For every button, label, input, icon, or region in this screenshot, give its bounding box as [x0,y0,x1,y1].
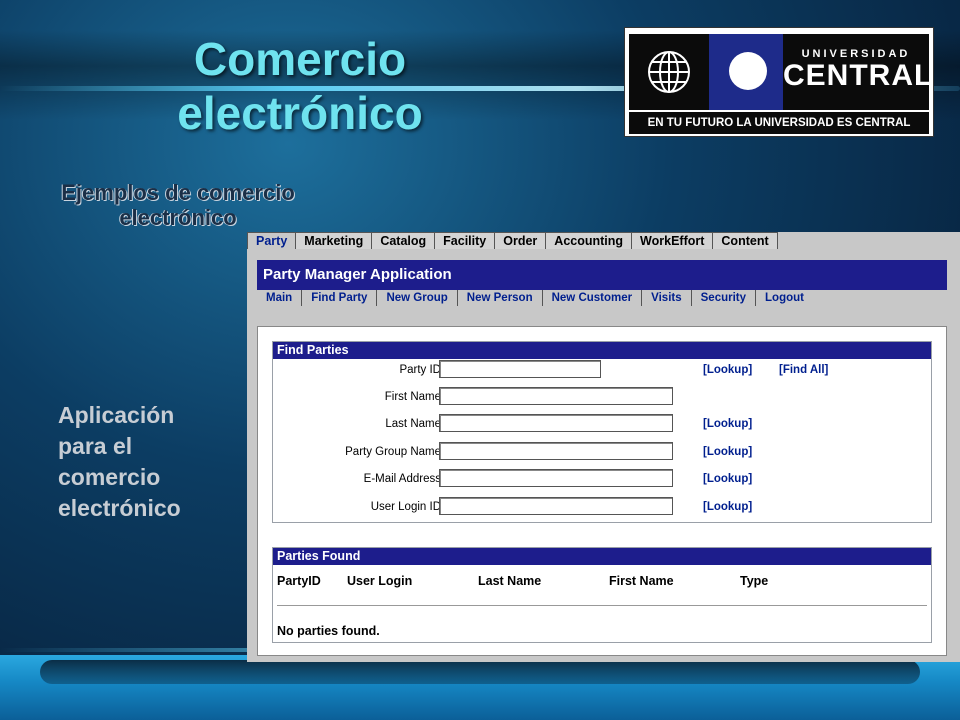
nav-logout[interactable]: Logout [756,290,813,306]
nav-find-party[interactable]: Find Party [302,290,378,306]
logo-tagline: EN TU FUTURO LA UNIVERSIDAD ES CENTRAL [629,112,929,134]
column-header: PartyID [277,574,321,588]
tab-accounting[interactable]: Accounting [545,232,633,249]
last-name-input[interactable] [439,414,673,432]
tab-catalog[interactable]: Catalog [371,232,436,249]
nav-new-group[interactable]: New Group [377,290,458,306]
tab-marketing[interactable]: Marketing [295,232,373,249]
tab-facility[interactable]: Facility [434,232,496,249]
find-all-link[interactable]: [Find All] [779,364,828,376]
form-row-last-name: Last Name [Lookup] [273,414,931,436]
side-caption: Aplicación para el comercio electrónico [58,402,181,521]
lookup-link[interactable]: [Lookup] [703,446,752,458]
nav-new-person[interactable]: New Person [458,290,543,306]
party-group-name-input[interactable] [439,442,673,460]
field-label: Party Group Name [345,446,441,458]
sub-navigation: Main Find Party New Group New Person New… [257,290,947,306]
nav-new-customer[interactable]: New Customer [543,290,643,306]
parties-found-title: Parties Found [273,548,931,565]
field-label: Party ID [399,364,441,376]
tab-workeffort[interactable]: WorkEffort [631,232,714,249]
tab-party[interactable]: Party [247,232,297,249]
tab-order[interactable]: Order [494,232,547,249]
empty-results-message: No parties found. [277,624,380,638]
field-label: Last Name [385,418,441,430]
form-row-user-login-id: User Login ID [Lookup] [273,497,931,519]
logo-circle [729,52,767,90]
column-header: User Login [347,574,413,588]
nav-security[interactable]: Security [692,290,757,306]
lookup-link[interactable]: [Lookup] [703,501,752,513]
parties-found-box: Parties Found PartyID User Login Last Na… [272,547,932,643]
university-logo: UNIVERSIDAD CENTRAL EN TU FUTURO LA UNIV… [624,27,934,137]
lookup-link[interactable]: [Lookup] [703,364,752,376]
tab-bar: Party Marketing Catalog Facility Order A… [247,232,960,249]
form-row-party-group-name: Party Group Name [Lookup] [273,442,931,464]
first-name-input[interactable] [439,387,673,405]
app-header: Party Manager Application [257,260,947,290]
nav-visits[interactable]: Visits [642,290,692,306]
lookup-link[interactable]: [Lookup] [703,418,752,430]
party-id-input[interactable] [439,360,601,378]
tab-content[interactable]: Content [712,232,778,249]
bottom-pill [40,660,920,684]
slide-title: Comercio electrónico [177,33,423,139]
field-label: First Name [384,391,441,403]
logo-wordmark: UNIVERSIDAD CENTRAL [783,34,934,110]
app-screenshot: Party Marketing Catalog Facility Order A… [247,232,960,662]
user-login-id-input[interactable] [439,497,673,515]
content-panel: Find Parties Party ID [Lookup] [Find All… [257,326,947,656]
globe-icon [629,34,709,110]
form-row-email: E-Mail Address [Lookup] [273,469,931,491]
logo-name-main: CENTRAL [783,59,934,92]
divider [277,605,927,606]
results-header-row: PartyID User Login Last Name First Name … [277,574,927,590]
find-parties-title: Find Parties [273,342,931,359]
column-header: First Name [609,574,674,588]
find-parties-box: Find Parties Party ID [Lookup] [Find All… [272,341,932,523]
lookup-link[interactable]: [Lookup] [703,473,752,485]
column-header: Type [740,574,769,588]
field-label: E-Mail Address [363,473,441,485]
email-input[interactable] [439,469,673,487]
column-header: Last Name [478,574,542,588]
form-row-first-name: First Name [273,387,931,409]
logo-blue-square [709,34,783,110]
form-row-party-id: Party ID [Lookup] [Find All] [273,360,931,382]
slide-subtitle: Ejemplos de comercio electrónico [61,180,295,230]
field-label: User Login ID [370,501,441,513]
nav-main[interactable]: Main [257,290,303,306]
